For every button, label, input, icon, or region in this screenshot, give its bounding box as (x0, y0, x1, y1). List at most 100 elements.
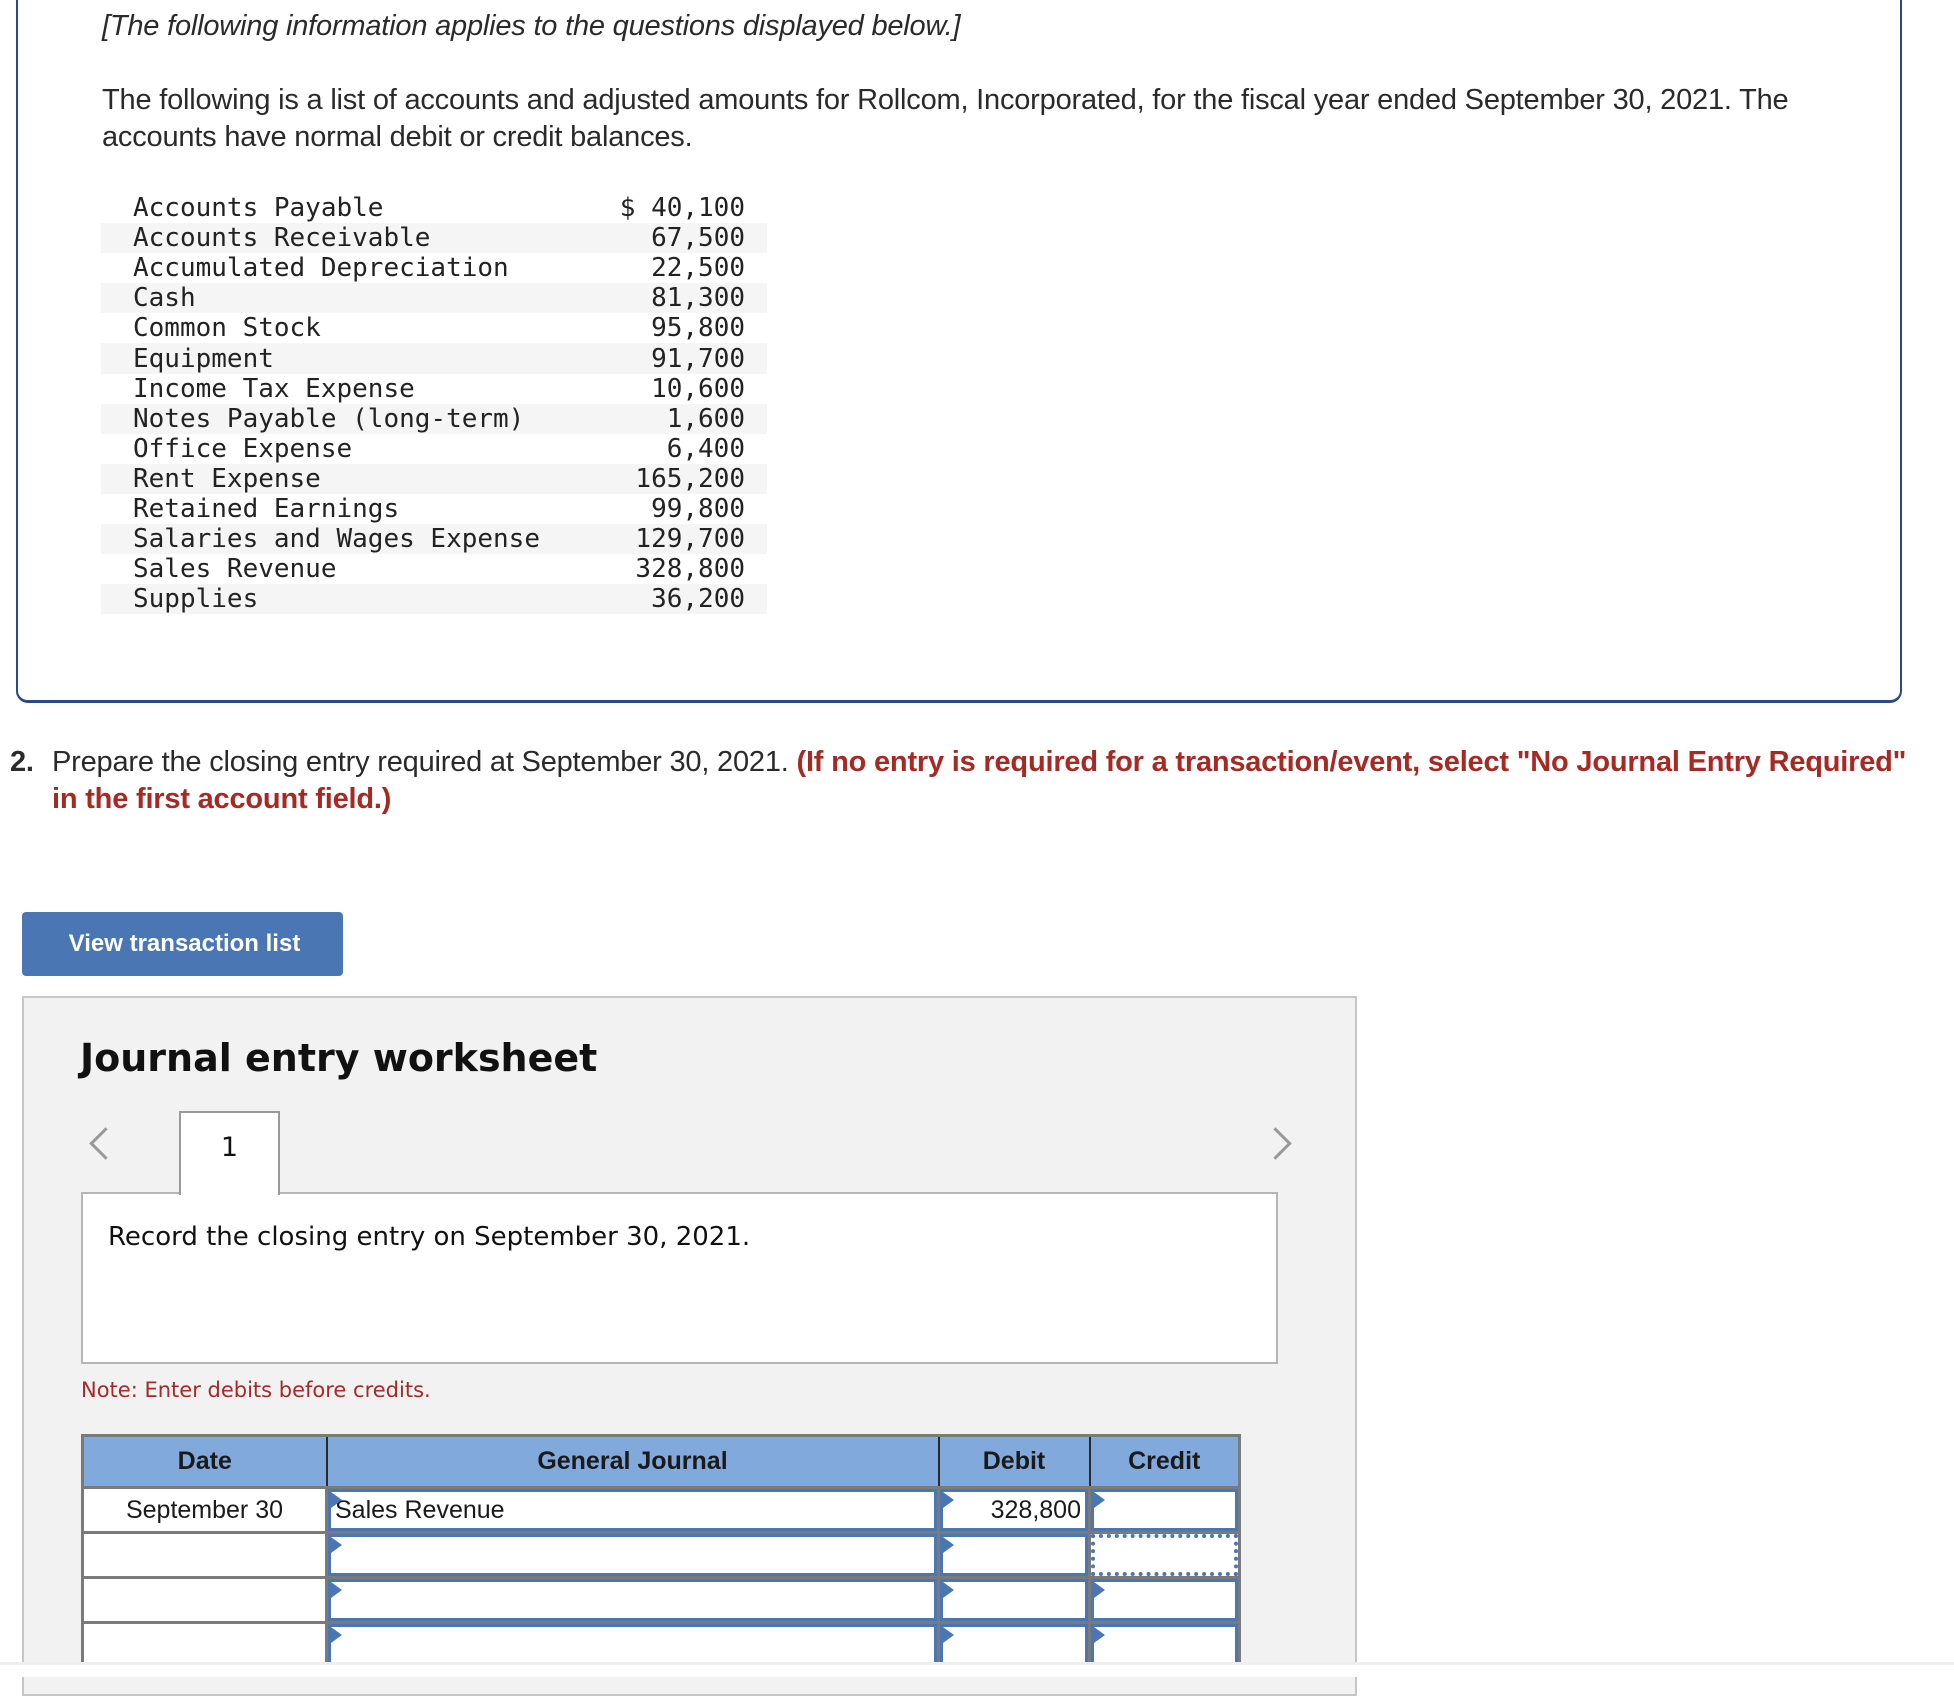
debit-input[interactable] (940, 1579, 1088, 1621)
journal-row (81, 1621, 1241, 1669)
cell-flag-icon (1094, 1627, 1105, 1643)
account-name: Accumulated Depreciation (133, 253, 509, 284)
account-cell (325, 1576, 940, 1624)
account-row: Salaries and Wages Expense 129,700 (101, 524, 767, 555)
tab-entry-1[interactable]: 1 (179, 1111, 280, 1195)
cell-flag-icon (943, 1582, 954, 1598)
account-name: Office Expense (133, 433, 353, 464)
debit-input[interactable] (940, 1534, 1088, 1576)
credit-input[interactable] (1091, 1534, 1238, 1576)
account-select[interactable] (328, 1579, 937, 1621)
account-amount: $ 40,100 (619, 193, 745, 224)
accounts-list: Accounts Payable $ 40,100 Accounts Receiva… (101, 193, 767, 615)
cell-flag-icon (943, 1627, 954, 1643)
debit-input-value: 328,800 (990, 1495, 1081, 1524)
column-header-date: Date (81, 1434, 328, 1489)
credit-cell (1088, 1486, 1241, 1534)
credit-cell (1088, 1531, 1241, 1579)
debit-cell: 328,800 (937, 1486, 1091, 1534)
account-amount: 81,300 (651, 283, 745, 314)
date-cell (81, 1531, 328, 1579)
account-amount: 99,800 (651, 493, 745, 524)
account-amount: 129,700 (635, 524, 745, 555)
account-amount: 10,600 (651, 373, 745, 404)
account-row: Rent Expense 165,200 (101, 463, 767, 494)
debit-cell (937, 1531, 1091, 1579)
account-amount: 95,800 (651, 313, 745, 344)
account-select[interactable] (328, 1624, 937, 1666)
account-name: Sales Revenue (133, 554, 337, 585)
cell-flag-icon (1094, 1492, 1105, 1508)
account-name: Salaries and Wages Expense (133, 524, 540, 555)
column-header-general-journal: General Journal (325, 1434, 940, 1489)
account-amount: 1,600 (666, 403, 745, 434)
account-row: Income Tax Expense 10,600 (101, 374, 767, 404)
account-name: Retained Earnings (133, 493, 400, 524)
cell-flag-icon (943, 1537, 954, 1553)
column-header-debit: Debit (937, 1434, 1091, 1489)
table-header-row: Date General Journal Debit Credit (81, 1434, 1241, 1489)
credit-input[interactable] (1091, 1579, 1238, 1621)
intro-paragraph: The following is a list of accounts and … (102, 84, 1789, 153)
account-amount: 91,700 (651, 343, 745, 374)
worksheet-title: Journal entry worksheet (80, 1036, 598, 1080)
credit-cell (1088, 1576, 1241, 1624)
account-select[interactable] (328, 1534, 937, 1576)
account-amount: 6,400 (666, 433, 745, 464)
credit-cell (1088, 1621, 1241, 1669)
account-name: Supplies (133, 584, 259, 615)
account-row: Retained Earnings 99,800 (101, 494, 767, 524)
account-name: Rent Expense (133, 463, 321, 494)
account-name: Accounts Receivable (133, 223, 431, 254)
date-cell (81, 1621, 328, 1669)
cell-flag-icon (331, 1627, 342, 1643)
cell-flag-icon (1094, 1582, 1105, 1598)
account-name: Notes Payable (long-term) (133, 403, 525, 434)
account-amount: 328,800 (635, 554, 745, 585)
debit-cell (937, 1576, 1091, 1624)
date-cell: September 30 (81, 1486, 328, 1534)
account-row: Sales Revenue 328,800 (101, 554, 767, 584)
column-header-credit: Credit (1088, 1434, 1241, 1489)
account-cell (325, 1531, 940, 1579)
record-instruction: Record the closing entry on September 30… (108, 1222, 751, 1252)
account-row: Supplies 36,200 (101, 584, 767, 615)
cell-flag-icon (331, 1582, 342, 1598)
credit-input[interactable] (1091, 1624, 1238, 1666)
view-transaction-list-button[interactable]: View transaction list (22, 912, 343, 976)
journal-row: September 30 Sales Revenue 328,800 (81, 1486, 1241, 1534)
account-select-value: Sales Revenue (335, 1495, 505, 1524)
account-amount: 165,200 (635, 463, 745, 494)
account-row: Equipment 91,700 (101, 343, 767, 374)
cell-flag-icon (331, 1537, 342, 1553)
account-row: Common Stock 95,800 (101, 313, 767, 343)
question-text: Prepare the closing entry required at Se… (52, 746, 789, 778)
account-row: Accounts Receivable 67,500 (101, 223, 767, 254)
credit-input[interactable] (1091, 1489, 1238, 1531)
account-cell (325, 1621, 940, 1669)
account-row: Notes Payable (long-term) 1,600 (101, 403, 767, 434)
account-amount: 67,500 (651, 223, 745, 254)
journal-table: Date General Journal Debit Credit Septem… (81, 1434, 1241, 1669)
intro-note: [The following information applies to th… (102, 10, 961, 42)
account-row: Accumulated Depreciation 22,500 (101, 253, 767, 283)
date-cell (81, 1576, 328, 1624)
account-name: Equipment (133, 343, 274, 374)
page-bottom-edge (0, 1662, 1954, 1677)
account-row: Accounts Payable $ 40,100 (101, 193, 767, 223)
debit-cell (937, 1621, 1091, 1669)
account-name: Accounts Payable (133, 193, 384, 224)
debit-input[interactable] (940, 1624, 1088, 1666)
account-name: Income Tax Expense (133, 373, 415, 404)
account-select[interactable]: Sales Revenue (328, 1489, 937, 1531)
cell-flag-icon (943, 1492, 954, 1508)
account-name: Cash (133, 283, 196, 314)
journal-row (81, 1576, 1241, 1624)
account-cell: Sales Revenue (325, 1486, 940, 1534)
account-amount: 36,200 (651, 584, 745, 615)
account-name: Common Stock (133, 313, 321, 344)
instruction-box (81, 1192, 1278, 1364)
question-number: 2. (10, 746, 34, 778)
account-row: Office Expense 6,400 (101, 434, 767, 464)
debit-input[interactable]: 328,800 (940, 1489, 1088, 1531)
